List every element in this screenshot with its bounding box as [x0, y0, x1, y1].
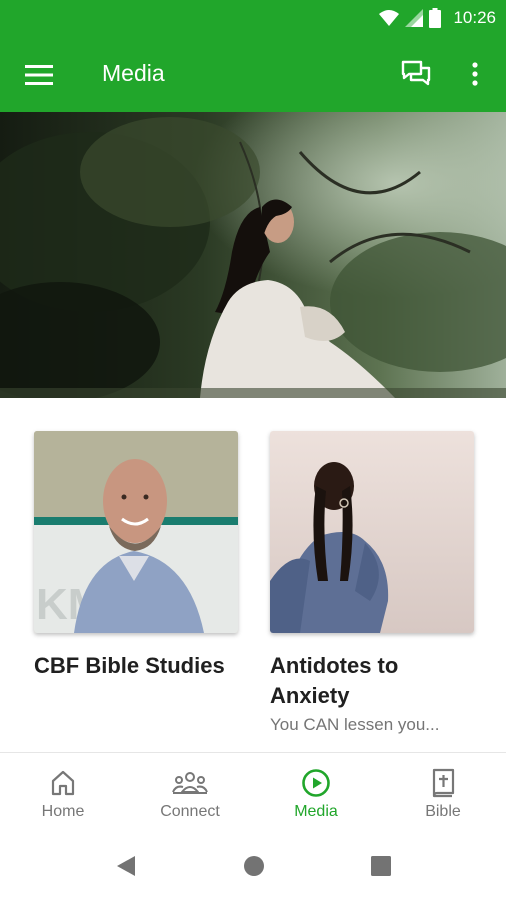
home-icon — [51, 770, 75, 796]
card-thumbnail[interactable]: KM — [34, 431, 238, 633]
nav-label: Media — [294, 803, 338, 820]
nav-item-connect[interactable]: Connect — [127, 753, 253, 833]
signal-icon — [405, 9, 424, 27]
back-icon — [117, 856, 135, 876]
wifi-icon — [379, 10, 400, 26]
people-group-icon — [172, 772, 208, 794]
recents-icon — [371, 856, 391, 876]
card-thumbnail[interactable] — [270, 431, 474, 633]
more-options-button[interactable] — [460, 56, 490, 92]
media-card-cbf-bible-studies[interactable]: KM CBF Bible Studies — [34, 431, 238, 681]
home-circle-icon — [244, 856, 264, 876]
battery-icon — [429, 8, 442, 28]
page-title: Media — [102, 60, 165, 86]
status-bar: 10:26 — [0, 0, 506, 36]
chat-button[interactable] — [398, 56, 434, 92]
media-card-antidotes-to-anxiety[interactable]: Antidotes to Anxiety You CAN lessen you.… — [270, 431, 474, 735]
card-title: Antidotes to Anxiety — [270, 653, 399, 708]
app-bar: Media — [0, 36, 506, 112]
menu-button[interactable] — [22, 58, 56, 92]
status-time: 10:26 — [453, 8, 496, 27]
system-home-button[interactable] — [242, 854, 266, 878]
nav-item-media[interactable]: Media — [253, 753, 379, 833]
play-circle-icon — [302, 769, 330, 797]
hero-banner-image[interactable] — [0, 112, 506, 398]
status-icons: 10:26 — [379, 6, 496, 30]
system-back-button[interactable] — [114, 854, 138, 878]
system-recents-button[interactable] — [369, 854, 393, 878]
system-navigation-bar — [0, 832, 506, 900]
bible-book-icon — [432, 768, 455, 798]
more-vertical-icon — [472, 62, 478, 86]
hamburger-menu-icon — [25, 65, 53, 85]
nav-label: Bible — [425, 803, 461, 820]
nav-item-home[interactable]: Home — [0, 753, 126, 833]
chat-bubbles-icon — [401, 60, 431, 86]
card-title: CBF Bible Studies — [34, 653, 225, 678]
card-subtitle: You CAN lessen you... — [270, 715, 440, 734]
bottom-navigation: Home Connect Media Bible — [0, 752, 506, 832]
nav-label: Home — [41, 803, 85, 820]
nav-item-bible[interactable]: Bible — [380, 753, 506, 833]
nav-label: Connect — [160, 803, 220, 820]
